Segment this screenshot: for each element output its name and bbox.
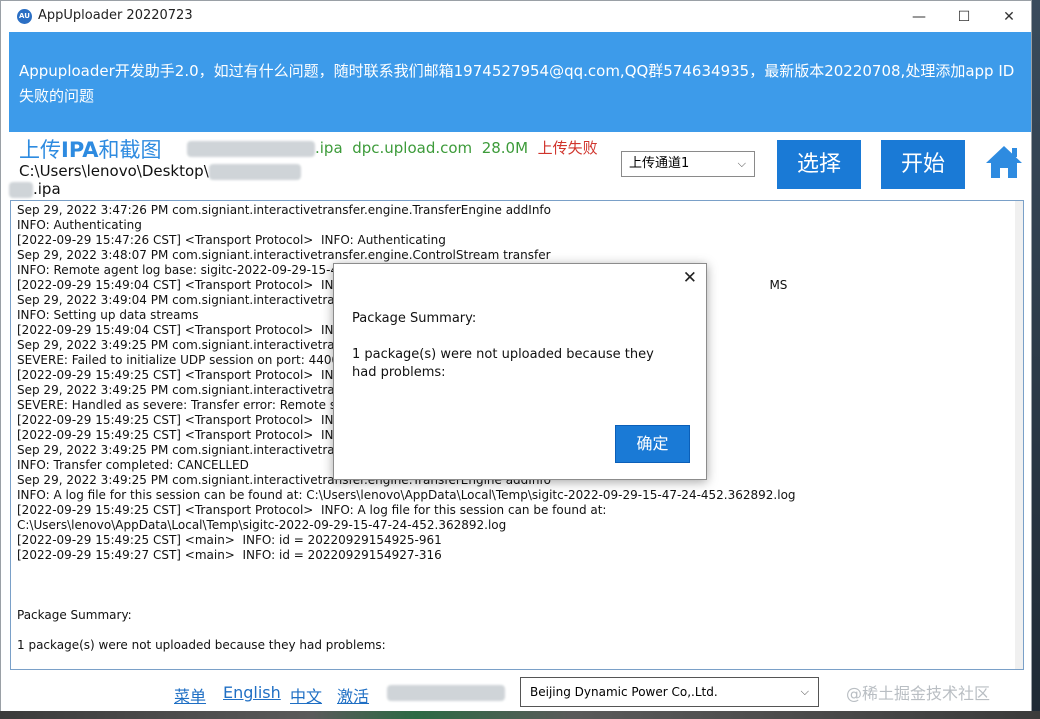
- file-extension: .ipa: [315, 139, 343, 157]
- log-line: INFO: A log file for this session can be…: [17, 488, 796, 502]
- upload-server: dpc.upload.com: [352, 139, 473, 157]
- file-path-prefix: C:\Users\lenovo\Desktop\: [19, 162, 209, 180]
- notice-text: Appuploader开发助手2.0，如过有什么问题，随时联系我们邮箱19745…: [19, 62, 1015, 105]
- dialog-message: 1 package(s) were not uploaded because t…: [352, 347, 654, 380]
- activate-link[interactable]: 激活: [337, 683, 369, 707]
- upload-channel-select[interactable]: 上传通道1 ⌵: [621, 151, 755, 177]
- upload-title-prefix: 上传: [19, 138, 61, 162]
- dialog-title: Package Summary:: [352, 311, 477, 326]
- close-icon[interactable]: ✕: [683, 268, 697, 288]
- log-line: INFO: Authenticating: [17, 218, 142, 232]
- company-value: Beijing Dynamic Power Co,.Ltd.: [530, 685, 718, 699]
- file-path-ext: .ipa: [33, 180, 61, 198]
- log-line: [2022-09-29 15:49:25 CST] <main> INFO: i…: [17, 533, 442, 547]
- file-path-continued: .ipa: [9, 180, 61, 198]
- redacted-path-2: [9, 181, 33, 198]
- company-select[interactable]: Beijing Dynamic Power Co,.Ltd. ⌵: [520, 677, 819, 707]
- close-window-button[interactable]: ✕: [987, 5, 1031, 29]
- ok-button[interactable]: 确定: [615, 425, 690, 463]
- redacted-account: [387, 685, 505, 701]
- upload-status: 上传失败: [537, 139, 598, 157]
- menu-link[interactable]: 菜单: [174, 683, 206, 707]
- minimize-button[interactable]: —: [897, 5, 941, 29]
- chevron-down-icon: ⌵: [800, 685, 809, 698]
- log-line: [2022-09-29 15:49:27 CST] <main> INFO: i…: [17, 548, 442, 562]
- log-line: [2022-09-29 15:47:26 CST] <Transport Pro…: [17, 233, 446, 247]
- english-link[interactable]: English: [223, 683, 281, 702]
- notice-banner: Appuploader开发助手2.0，如过有什么问题，随时联系我们邮箱19745…: [9, 32, 1031, 132]
- title-bar: AU AppUploader 20220723 — ☐ ✕: [1, 1, 1031, 32]
- redacted-filename: [187, 140, 315, 157]
- log-line: C:\Users\lenovo\AppData\Local\Temp\sigit…: [17, 518, 507, 532]
- watermark: @稀土掘金技术社区: [846, 684, 991, 703]
- taskbar: [0, 711, 1040, 719]
- start-button[interactable]: 开始: [881, 140, 965, 189]
- upload-info: .ipa dpc.upload.com 28.0M 上传失败: [187, 137, 598, 158]
- log-line: 1 package(s) were not uploaded because t…: [17, 638, 386, 652]
- log-line: Package Summary:: [17, 608, 132, 622]
- window-title: AppUploader 20220723: [38, 8, 193, 23]
- package-summary-dialog: ✕ Package Summary: 1 package(s) were not…: [333, 263, 707, 480]
- upload-channel-value: 上传通道1: [629, 156, 690, 171]
- desktop-background: [1032, 0, 1040, 719]
- log-line: Sep 29, 2022 3:47:26 PM com.signiant.int…: [17, 203, 551, 217]
- maximize-button[interactable]: ☐: [942, 5, 986, 29]
- upload-title-ipa: IPA: [61, 138, 99, 162]
- log-line: Sep 29, 2022 3:48:07 PM com.signiant.int…: [17, 248, 551, 262]
- file-path: C:\Users\lenovo\Desktop\: [19, 162, 301, 180]
- upload-panel: 上传IPA和截图 .ipa dpc.upload.com 28.0M 上传失败 …: [9, 132, 1031, 200]
- upload-title-suffix: 和截图: [98, 138, 162, 162]
- log-line: [2022-09-29 15:49:25 CST] <Transport Pro…: [17, 503, 607, 517]
- select-button[interactable]: 选择: [777, 140, 861, 189]
- chevron-down-icon: ⌵: [737, 157, 746, 170]
- upload-title: 上传IPA和截图: [19, 134, 162, 164]
- log-scrollbar[interactable]: [1015, 201, 1023, 669]
- file-size: 28.0M: [481, 139, 529, 157]
- app-icon: AU: [17, 9, 32, 24]
- chinese-link[interactable]: 中文: [290, 683, 322, 707]
- redacted-path: [208, 163, 301, 180]
- home-icon[interactable]: [985, 144, 1023, 180]
